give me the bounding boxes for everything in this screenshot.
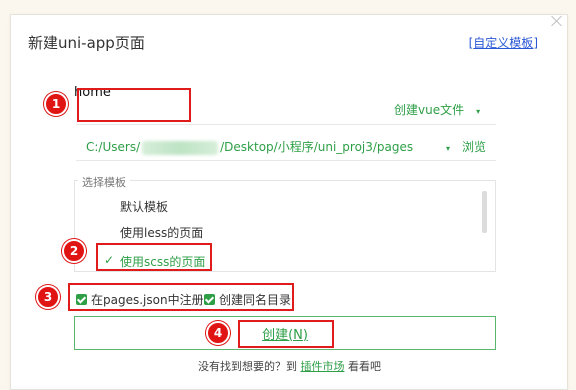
template-item-default[interactable]: 默认模板 — [120, 198, 168, 215]
annotation-badge-1: 1 — [44, 92, 68, 116]
divider — [76, 124, 496, 125]
footer-suffix: 看看吧 — [348, 360, 381, 373]
checkbox-checked-icon — [76, 294, 87, 305]
annotation-badge-2: 2 — [62, 239, 86, 263]
path-input[interactable]: C:/Users/ /Desktop/小程序/uni_proj3/pages — [86, 138, 413, 155]
redacted-username — [142, 140, 219, 155]
create-button-label: 创建(N) — [262, 327, 308, 343]
annotation-badge-4: 4 — [206, 321, 230, 345]
register-pages-json-checkbox[interactable]: 在pages.json中注册 — [76, 291, 204, 308]
page-name-value: home — [74, 85, 111, 100]
custom-template-link[interactable]: [自定义模板] — [469, 34, 538, 51]
footer-prefix: 没有找到想要的？到 — [198, 360, 297, 373]
browse-button[interactable]: ▾ 浏览 — [446, 138, 486, 155]
check-icon: ✓ — [104, 253, 115, 267]
create-same-dir-label: 创建同名目录 — [219, 293, 292, 307]
chevron-down-icon: ▾ — [446, 144, 451, 153]
checkbox-checked-icon — [204, 294, 215, 305]
browse-label: 浏览 — [462, 140, 487, 154]
annotation-badge-3: 3 — [36, 285, 60, 309]
dialog-title: 新建uni-app页面 — [28, 34, 145, 52]
create-same-dir-checkbox[interactable]: 创建同名目录 — [204, 291, 291, 308]
divider — [76, 160, 496, 161]
template-list-scrollbar[interactable] — [482, 191, 487, 233]
file-type-label: 创建vue文件 — [394, 103, 465, 117]
register-pages-json-label: 在pages.json中注册 — [91, 293, 204, 307]
template-group-legend: 选择模板 — [78, 174, 130, 190]
close-icon[interactable] — [550, 14, 564, 28]
create-button[interactable]: 创建(N) — [74, 316, 496, 350]
plugin-market-link[interactable]: 插件市场 — [301, 360, 345, 373]
custom-template-link-label: 自定义模板 — [473, 36, 534, 50]
chevron-down-icon: ▾ — [476, 107, 481, 116]
template-item-less[interactable]: 使用less的页面 — [120, 224, 203, 241]
bracket-right: ] — [533, 36, 538, 50]
file-type-select[interactable]: 创建vue文件 ▾ — [394, 101, 480, 118]
path-prefix: C:/Users/ — [86, 140, 141, 154]
template-item-scss[interactable]: 使用scss的页面 — [120, 253, 205, 270]
footer-hint: 没有找到想要的？到 插件市场 看看吧 — [198, 358, 381, 374]
path-suffix: /Desktop/小程序/uni_proj3/pages — [220, 140, 414, 154]
